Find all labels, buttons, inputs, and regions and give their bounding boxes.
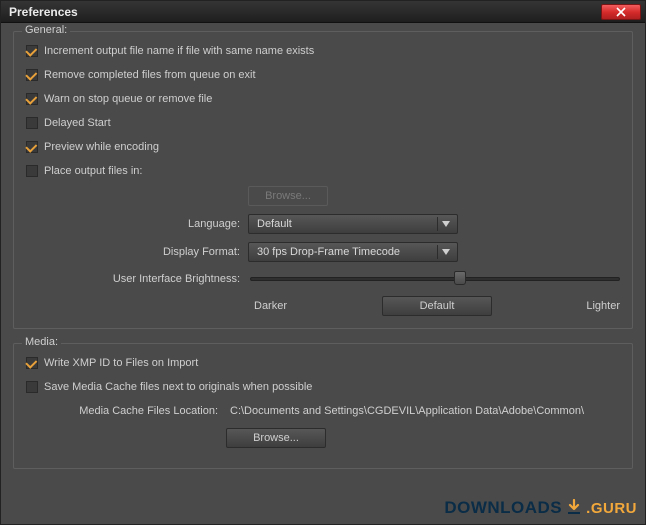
label-increment-output[interactable]: Increment output file name if file with … [44, 45, 314, 57]
row-remove-completed: Remove completed files from queue on exi… [26, 66, 620, 84]
label-save-cache[interactable]: Save Media Cache files next to originals… [44, 381, 312, 393]
row-write-xmp: Write XMP ID to Files on Import [26, 354, 620, 372]
window-title: Preferences [9, 5, 78, 19]
watermark: DOWNLOADS .GURU [444, 497, 637, 518]
row-language: Language: Default [26, 214, 620, 234]
browse-output-button: Browse... [248, 186, 328, 206]
chevron-down-icon [437, 217, 453, 231]
checkbox-increment-output[interactable] [26, 45, 38, 57]
row-place-output: Place output files in: [26, 162, 620, 180]
slider-track [250, 277, 620, 281]
browse-cache-button[interactable]: Browse... [226, 428, 326, 448]
display-format-dropdown[interactable]: 30 fps Drop-Frame Timecode [248, 242, 458, 262]
label-remove-completed[interactable]: Remove completed files from queue on exi… [44, 69, 256, 81]
download-icon [566, 499, 582, 515]
checkbox-remove-completed[interactable] [26, 69, 38, 81]
watermark-text2: .GURU [586, 500, 637, 517]
checkbox-warn-stop[interactable] [26, 93, 38, 105]
checkbox-preview-encoding[interactable] [26, 141, 38, 153]
row-increment-output: Increment output file name if file with … [26, 42, 620, 60]
language-dropdown[interactable]: Default [248, 214, 458, 234]
lighter-label: Lighter [492, 300, 620, 312]
row-delayed-start: Delayed Start [26, 114, 620, 132]
close-button[interactable] [601, 4, 641, 20]
cache-location-value: C:\Documents and Settings\CGDEVIL\Applic… [226, 405, 584, 417]
darker-label: Darker [254, 300, 382, 312]
general-legend: General: [22, 24, 70, 36]
row-cache-browse: Browse... [26, 428, 620, 448]
display-format-value: 30 fps Drop-Frame Timecode [257, 246, 400, 258]
watermark-text1: DOWNLOADS [444, 498, 562, 518]
checkbox-save-cache[interactable] [26, 381, 38, 393]
label-warn-stop[interactable]: Warn on stop queue or remove file [44, 93, 212, 105]
ui-brightness-label: User Interface Brightness: [26, 273, 248, 285]
label-write-xmp[interactable]: Write XMP ID to Files on Import [44, 357, 198, 369]
close-icon [616, 7, 626, 17]
titlebar: Preferences [1, 1, 645, 23]
row-browse-output: Browse... [26, 186, 620, 206]
row-display-format: Display Format: 30 fps Drop-Frame Timeco… [26, 242, 620, 262]
media-legend: Media: [22, 336, 61, 348]
checkbox-delayed-start[interactable] [26, 117, 38, 129]
cache-location-label: Media Cache Files Location: [26, 405, 226, 417]
slider-thumb[interactable] [454, 271, 466, 285]
language-value: Default [257, 218, 292, 230]
chevron-down-icon [437, 245, 453, 259]
default-brightness-button[interactable]: Default [382, 296, 492, 316]
display-format-label: Display Format: [26, 246, 248, 258]
general-group: General: Increment output file name if f… [13, 31, 633, 329]
media-group: Media: Write XMP ID to Files on Import S… [13, 343, 633, 469]
row-ui-brightness: User Interface Brightness: [26, 270, 620, 288]
checkbox-place-output[interactable] [26, 165, 38, 177]
row-cache-location: Media Cache Files Location: C:\Documents… [26, 402, 620, 420]
row-warn-stop: Warn on stop queue or remove file [26, 90, 620, 108]
checkbox-write-xmp[interactable] [26, 357, 38, 369]
label-place-output[interactable]: Place output files in: [44, 165, 142, 177]
brightness-slider[interactable] [250, 271, 620, 287]
label-delayed-start[interactable]: Delayed Start [44, 117, 111, 129]
language-label: Language: [26, 218, 248, 230]
row-save-cache: Save Media Cache files next to originals… [26, 378, 620, 396]
label-preview-encoding[interactable]: Preview while encoding [44, 141, 159, 153]
client-area: General: Increment output file name if f… [1, 23, 645, 493]
preferences-window: Preferences General: Increment output fi… [0, 0, 646, 525]
row-preview-encoding: Preview while encoding [26, 138, 620, 156]
row-brightness-labels: Darker Default Lighter [26, 296, 620, 316]
